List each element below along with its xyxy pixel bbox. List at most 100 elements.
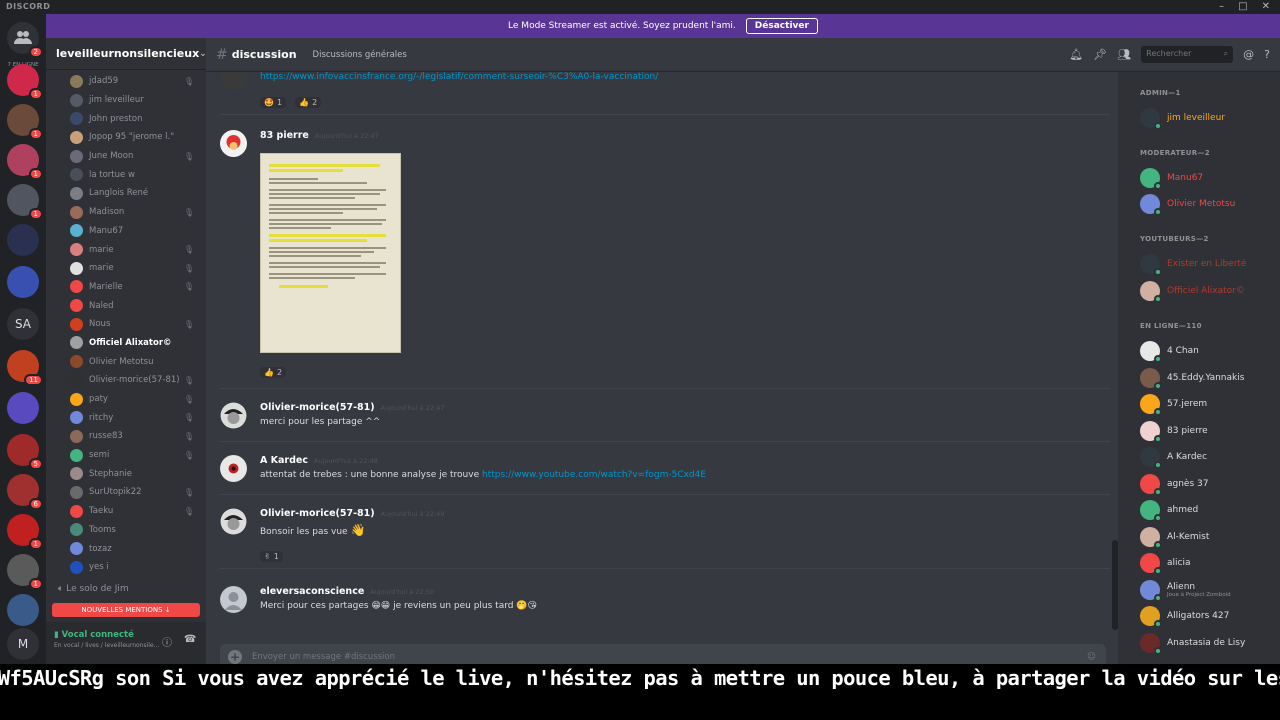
avatar[interactable]: [220, 586, 247, 613]
member-item[interactable]: 83 pierre: [1140, 420, 1280, 443]
voice-user[interactable]: Tooms: [46, 521, 206, 540]
members-icon[interactable]: 👥︎: [1117, 48, 1131, 61]
voice-user[interactable]: russe83 🎙︎: [46, 427, 206, 446]
message-link[interactable]: https://www.youtube.com/watch?v=fogm-5Cx…: [482, 470, 706, 480]
reaction[interactable]: 👍 2: [295, 97, 322, 108]
member-item[interactable]: Exister en Liberté: [1140, 253, 1280, 276]
member-item[interactable]: 45.Eddy.Yannakis: [1140, 367, 1280, 390]
voice-user[interactable]: tozaz: [46, 539, 206, 558]
voice-user[interactable]: jim leveilleur: [46, 91, 206, 110]
server-icon[interactable]: 1: [7, 104, 43, 140]
info-icon[interactable]: ⓘ: [162, 634, 172, 649]
member-item[interactable]: agnès 37: [1140, 473, 1280, 496]
server-icon[interactable]: 11: [7, 350, 43, 386]
message-author[interactable]: eleversaconscience: [260, 586, 364, 597]
maximize-icon[interactable]: □: [1238, 0, 1247, 14]
avatar[interactable]: [220, 402, 247, 429]
attached-document-image[interactable]: [260, 153, 401, 353]
server-icon[interactable]: [7, 594, 39, 626]
member-item[interactable]: Alienn Joue à Project Zomboid: [1140, 579, 1280, 602]
voice-user[interactable]: paty 🎙︎: [46, 390, 206, 409]
voice-user[interactable]: June Moon 🎙︎: [46, 147, 206, 166]
server-icon[interactable]: 6: [7, 474, 43, 510]
voice-user[interactable]: la tortue w: [46, 165, 206, 184]
home-badge: 2: [28, 46, 43, 58]
pin-icon[interactable]: 📌︎: [1093, 48, 1107, 61]
server-icon[interactable]: M: [7, 628, 39, 660]
voice-user[interactable]: Stephanie: [46, 464, 206, 483]
voice-user[interactable]: Marielle 🎙︎: [46, 278, 206, 297]
server-icon[interactable]: [7, 224, 39, 256]
help-icon[interactable]: ?: [1264, 48, 1270, 61]
server-icon[interactable]: 5: [7, 434, 43, 470]
voice-user[interactable]: Madison 🎙︎: [46, 203, 206, 222]
message-author[interactable]: Olivier-morice(57-81): [260, 402, 375, 413]
message-link[interactable]: https://www.infovaccinsfrance.org/-/legi…: [260, 72, 658, 82]
voice-user[interactable]: Olivier-morice(57-81) 🎙︎: [46, 371, 206, 390]
avatar[interactable]: [220, 508, 247, 535]
member-item[interactable]: jim leveilleur: [1140, 107, 1280, 130]
disable-streamer-button[interactable]: Désactiver: [745, 18, 818, 34]
member-item[interactable]: 4 Chan: [1140, 340, 1280, 363]
voice-user[interactable]: ritchy 🎙︎: [46, 408, 206, 427]
voice-user[interactable]: marie 🎙︎: [46, 240, 206, 259]
voice-user[interactable]: Taeku 🎙︎: [46, 502, 206, 521]
friends-home-button[interactable]: 2: [7, 22, 43, 58]
member-item[interactable]: alicia: [1140, 552, 1280, 575]
disconnect-icon[interactable]: ☎︎: [184, 634, 196, 645]
server-icon[interactable]: 1: [7, 144, 43, 180]
bell-icon[interactable]: 🔔︎: [1069, 48, 1083, 61]
server-icon[interactable]: 1: [7, 184, 43, 220]
voice-user[interactable]: Jopop 95 "jerome l.": [46, 128, 206, 147]
voice-user-name: tozaz: [89, 543, 112, 554]
voice-user[interactable]: Langlois René: [46, 184, 206, 203]
close-icon[interactable]: ✕: [1262, 0, 1270, 14]
reaction[interactable]: 👍 2: [260, 367, 287, 378]
avatar[interactable]: [220, 130, 247, 157]
voice-user[interactable]: jdad59 🎙︎: [46, 72, 206, 91]
member-item[interactable]: Al-Kemist: [1140, 526, 1280, 549]
voice-channel-solo[interactable]: 🔈︎ Le solo de Jim: [58, 584, 129, 594]
mention-icon[interactable]: @: [1243, 48, 1254, 61]
member-item[interactable]: Manu67: [1140, 167, 1280, 190]
voice-user[interactable]: Naled: [46, 296, 206, 315]
server-icon[interactable]: [7, 266, 39, 298]
member-item[interactable]: Alligators 427: [1140, 605, 1280, 628]
new-mentions-button[interactable]: NOUVELLES MENTIONS ↓: [52, 603, 200, 617]
upload-plus-icon[interactable]: +: [228, 650, 242, 664]
voice-user[interactable]: marie 🎙︎: [46, 259, 206, 278]
member-item[interactable]: Olivier Metotsu: [1140, 193, 1280, 216]
voice-user[interactable]: Officiel Alixator©: [46, 334, 206, 353]
online-status-icon: [1154, 514, 1162, 522]
voice-user[interactable]: Manu67: [46, 222, 206, 241]
member-item[interactable]: A Kardec: [1140, 446, 1280, 469]
reaction[interactable]: 🤩 1: [260, 97, 287, 108]
reaction[interactable]: ✌︎ 1: [260, 551, 283, 562]
server-icon[interactable]: [7, 392, 39, 424]
message-author[interactable]: Olivier-morice(57-81): [260, 508, 375, 519]
message-author[interactable]: 83 pierre: [260, 130, 309, 141]
voice-user[interactable]: John preston: [46, 109, 206, 128]
voice-user[interactable]: SurUtopik22 🎙︎: [46, 483, 206, 502]
member-item[interactable]: 57.jerem: [1140, 393, 1280, 416]
voice-user[interactable]: Nous 🎙︎: [46, 315, 206, 334]
server-icon[interactable]: 1: [7, 554, 43, 590]
server-header[interactable]: leveilleurnonsilencieux ⌄: [46, 38, 207, 70]
server-icon[interactable]: SA: [7, 308, 39, 340]
search-input[interactable]: Rechercher ⌕: [1141, 46, 1234, 63]
online-status-icon: [1154, 408, 1162, 416]
member-item[interactable]: ahmed: [1140, 499, 1280, 522]
member-item[interactable]: Officiel Alixator©: [1140, 280, 1280, 303]
server-icon[interactable]: 1: [7, 514, 43, 550]
voice-user[interactable]: yes i: [46, 558, 206, 577]
member-item[interactable]: Anastasia de Lisy: [1140, 632, 1280, 655]
minimize-icon[interactable]: –: [1219, 0, 1224, 14]
voice-user[interactable]: Olivier Metotsu: [46, 352, 206, 371]
message-author[interactable]: A Kardec: [260, 455, 308, 466]
emoji-picker-icon[interactable]: ☺: [1087, 652, 1096, 662]
server-icon[interactable]: 1: [7, 64, 43, 100]
avatar[interactable]: [220, 455, 247, 482]
avatar[interactable]: [220, 72, 247, 91]
voice-user-name: semi: [89, 450, 110, 461]
voice-user[interactable]: semi 🎙︎: [46, 446, 206, 465]
